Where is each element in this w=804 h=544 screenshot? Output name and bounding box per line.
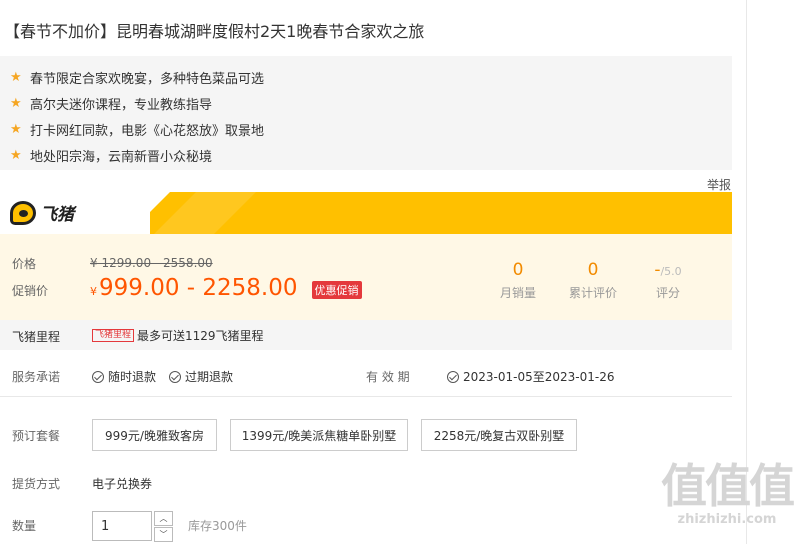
miles-label: 飞猪里程 xyxy=(12,330,61,344)
star-icon: ★ xyxy=(10,95,22,111)
highlight-item: ★ 地处阳宗海，云南新晋小众秘境 xyxy=(10,142,732,168)
chevron-up-icon: ︿ xyxy=(159,514,168,523)
delivery-label: 提货方式 xyxy=(12,477,61,491)
monthly-sales-stat: 0 月销量 xyxy=(488,260,548,301)
currency-symbol: ¥ xyxy=(90,285,97,298)
stat-label: 评分 xyxy=(655,286,680,300)
service-item-anytime-refund[interactable]: 随时退款 xyxy=(92,368,156,385)
product-title: 【春节不加价】昆明春城湖畔度假村2天1晚春节合家欢之旅 xyxy=(4,22,425,41)
watermark: 值值值 zhizhizhi.com xyxy=(652,460,802,544)
service-label: 服务承诺 xyxy=(12,370,61,384)
miles-text: 最多可送1129飞猪里程 xyxy=(137,329,264,343)
stock-text: 库存300件 xyxy=(188,519,247,533)
package-option-3[interactable]: 2258元/晚复古双卧别墅 xyxy=(421,419,577,451)
promo-badge: 优惠促销 xyxy=(311,281,362,299)
check-circle-icon xyxy=(447,371,459,383)
price-box: 价格 ¥ 1299.00 - 2558.00 促销价 ¥ 999.00 - 22… xyxy=(0,234,732,320)
stat-value: 0 xyxy=(512,260,524,280)
brand-slant xyxy=(128,192,170,234)
validity-label: 有 效 期 xyxy=(366,370,410,384)
quantity-input[interactable] xyxy=(92,511,152,541)
reviews-stat[interactable]: 0 累计评价 xyxy=(563,260,623,301)
package-option-2[interactable]: 1399元/晚美派焦糖单卧别墅 xyxy=(230,419,408,451)
quantity-label: 数量 xyxy=(12,519,37,533)
package-option-1[interactable]: 999元/晚雅致客房 xyxy=(92,419,217,451)
service-item-expired-refund[interactable]: 过期退款 xyxy=(169,368,233,385)
check-circle-icon xyxy=(92,371,104,383)
star-icon: ★ xyxy=(10,147,22,163)
brand-bar: 飞猪 xyxy=(0,192,732,234)
packages-label: 预订套餐 xyxy=(12,429,61,443)
highlight-item: ★ 春节限定合家欢晚宴，多种特色菜品可选 xyxy=(10,64,732,90)
highlight-item: ★ 高尔夫迷你课程，专业教练指导 xyxy=(10,90,732,116)
highlights-box: ★ 春节限定合家欢晚宴，多种特色菜品可选 ★ 高尔夫迷你课程，专业教练指导 ★ 打卡网… xyxy=(0,56,732,170)
highlight-text: 高尔夫迷你课程，专业教练指导 xyxy=(30,97,213,113)
miles-row: 飞猪里程 飞猪里程 最多可送1129飞猪里程 xyxy=(0,320,732,350)
sale-price: ¥ 999.00 - 2258.00 优惠促销 xyxy=(90,275,362,301)
stat-label: 累计评价 xyxy=(568,286,617,300)
highlight-text: 春节限定合家欢晚宴，多种特色菜品可选 xyxy=(30,71,265,87)
service-item-text: 随时退款 xyxy=(108,370,157,384)
star-icon: ★ xyxy=(10,69,22,85)
original-price: ¥ 1299.00 - 2558.00 xyxy=(90,256,213,270)
logo-text: 飞猪 xyxy=(40,205,74,225)
watermark-url: zhizhizhi.com xyxy=(677,512,777,527)
stat-value: -/5.0 xyxy=(638,260,698,280)
watermark-logo: 值值值 xyxy=(661,459,795,513)
check-circle-icon xyxy=(169,371,181,383)
delivery-value: 电子兑换券 xyxy=(92,477,153,491)
report-link[interactable]: 举报 xyxy=(707,176,731,193)
rating-suffix: /5.0 xyxy=(660,265,682,278)
service-item-text: 过期退款 xyxy=(185,370,234,384)
highlight-item: ★ 打卡网红同款，电影《心花怒放》取景地 xyxy=(10,116,732,142)
validity-date: 2023-01-05至2023-01-26 xyxy=(463,370,615,384)
stat-value: 0 xyxy=(587,260,599,280)
quantity-increase-button[interactable]: ︿ xyxy=(154,511,173,526)
miles-badge: 飞猪里程 xyxy=(92,329,135,342)
chevron-down-icon: ﹀ xyxy=(159,530,168,539)
stat-label: 月销量 xyxy=(499,286,536,300)
validity-value: 2023-01-05至2023-01-26 xyxy=(447,368,614,385)
highlight-text: 打卡网红同款，电影《心花怒放》取景地 xyxy=(30,123,265,139)
pig-icon xyxy=(10,200,36,225)
sale-price-label: 促销价 xyxy=(12,284,49,298)
quantity-decrease-button[interactable]: ﹀ xyxy=(154,527,173,542)
rating-stat: -/5.0 评分 xyxy=(638,260,698,301)
star-icon: ★ xyxy=(10,121,22,137)
section-divider xyxy=(0,396,732,397)
sale-amount: 999.00 - 2258.00 xyxy=(99,275,298,301)
price-label: 价格 xyxy=(12,257,37,271)
highlight-text: 地处阳宗海，云南新晋小众秘境 xyxy=(30,149,213,165)
fliggy-logo[interactable]: 飞猪 xyxy=(10,200,74,225)
